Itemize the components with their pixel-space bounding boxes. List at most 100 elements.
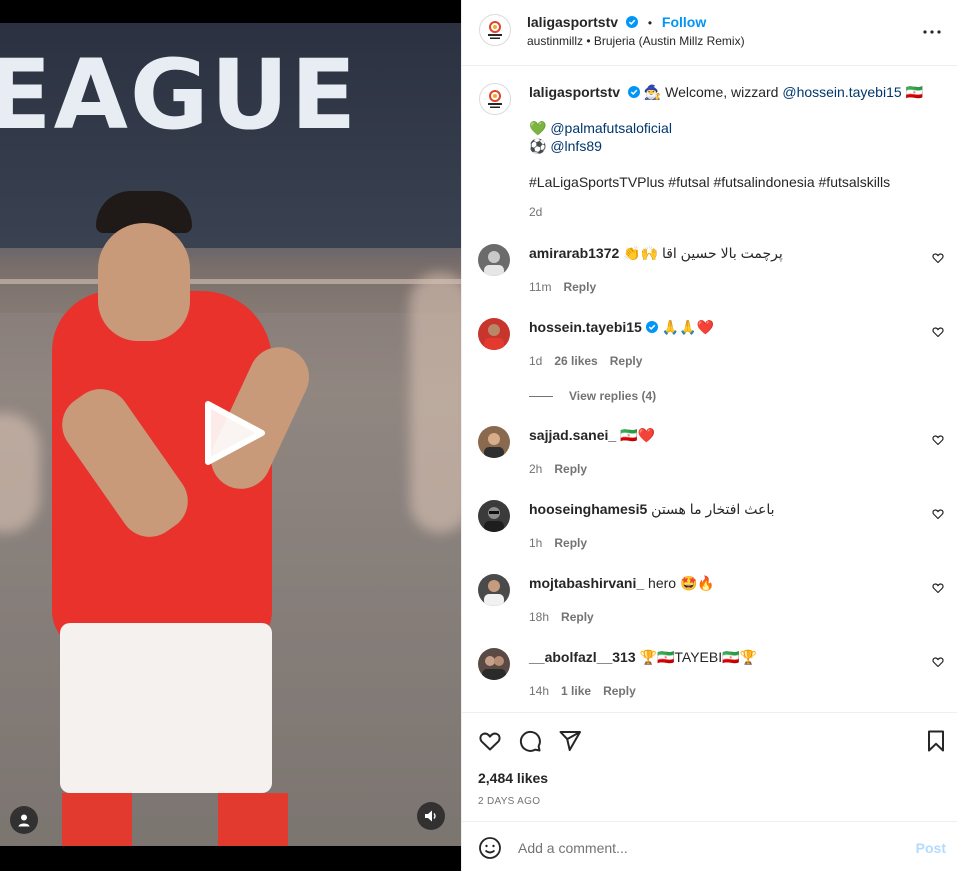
more-icon bbox=[923, 30, 941, 34]
audio-toggle-button[interactable] bbox=[417, 802, 445, 830]
avatar-image bbox=[484, 580, 504, 606]
caption-line-1: laligasportstv 🧙‍♂️ Welcome, wizzard @ho… bbox=[529, 83, 944, 101]
play-icon[interactable] bbox=[202, 400, 266, 466]
view-replies-button[interactable]: View replies (4) bbox=[529, 389, 656, 403]
comment-time[interactable]: 1h bbox=[529, 534, 542, 552]
comment-time[interactable]: 11m bbox=[529, 278, 551, 296]
caption-meta: 2d bbox=[529, 203, 944, 221]
heart-icon[interactable] bbox=[932, 434, 944, 446]
player-sock-left bbox=[62, 793, 132, 846]
avatar[interactable] bbox=[478, 648, 510, 680]
verified-badge-icon bbox=[627, 86, 640, 98]
laliga-logo-icon bbox=[488, 21, 502, 39]
share-send-icon[interactable] bbox=[558, 729, 582, 753]
mention-link[interactable]: @lnfs89 bbox=[550, 138, 602, 154]
tagged-user-button[interactable] bbox=[10, 806, 38, 834]
comments-list[interactable]: laligasportstv 🧙‍♂️ Welcome, wizzard @ho… bbox=[462, 67, 957, 712]
avatar[interactable] bbox=[478, 500, 510, 532]
speaker-icon bbox=[425, 810, 436, 822]
post-button[interactable]: Post bbox=[916, 840, 946, 856]
player-shorts bbox=[60, 623, 272, 793]
author-avatar[interactable] bbox=[479, 14, 511, 46]
mention-link[interactable]: @hossein.tayebi15 bbox=[782, 84, 901, 100]
flag-emoji: 🇮🇷 bbox=[901, 84, 923, 100]
comment-username[interactable]: sajjad.sanei_ bbox=[529, 427, 616, 443]
comment-text: 🏆🇮🇷TAYEBI🇮🇷🏆 bbox=[639, 649, 757, 665]
verified-badge-icon bbox=[645, 321, 658, 333]
post-header: laligasportstv • Follow austinmillz • Br… bbox=[462, 0, 957, 66]
like-heart-icon[interactable] bbox=[478, 729, 502, 753]
comment-likes[interactable]: 1 like bbox=[561, 682, 591, 700]
mention-link[interactable]: @palmafutsaloficial bbox=[550, 120, 672, 136]
caption-author-avatar[interactable] bbox=[479, 83, 511, 115]
player-sock-right bbox=[218, 793, 288, 846]
post-media[interactable]: EAGUE bbox=[0, 0, 461, 871]
reply-button[interactable]: Reply bbox=[554, 460, 587, 478]
comment-time[interactable]: 2h bbox=[529, 460, 542, 478]
caption-time[interactable]: 2d bbox=[529, 203, 542, 221]
comment-time[interactable]: 18h bbox=[529, 608, 549, 626]
post-date[interactable]: 2 DAYS AGO bbox=[478, 796, 540, 807]
comment-text: 🇮🇷❤️ bbox=[620, 427, 655, 443]
avatar[interactable] bbox=[478, 426, 510, 458]
more-options-button[interactable] bbox=[920, 20, 944, 44]
follow-button[interactable]: Follow bbox=[662, 14, 706, 30]
reply-button[interactable]: Reply bbox=[603, 682, 636, 700]
comment-bubble-icon[interactable] bbox=[518, 729, 542, 753]
comment-username[interactable]: amirarab1372 bbox=[529, 245, 619, 261]
avatar-image bbox=[484, 251, 504, 276]
add-comment-bar: Post bbox=[462, 821, 957, 871]
avatar-image bbox=[484, 324, 504, 350]
comment-likes[interactable]: 26 likes bbox=[554, 352, 597, 370]
heart-icon[interactable] bbox=[932, 656, 944, 668]
banner-text: EAGUE bbox=[0, 39, 359, 151]
comment-username[interactable]: hooseinghamesi5 bbox=[529, 501, 647, 517]
comment-input[interactable] bbox=[518, 836, 898, 860]
author-username[interactable]: laligasportstv bbox=[527, 14, 618, 30]
comment-username[interactable]: hossein.tayebi15 bbox=[529, 319, 642, 335]
comment-time[interactable]: 14h bbox=[529, 682, 549, 700]
soccer-ball-emoji: ⚽ bbox=[529, 138, 547, 154]
comment-text: باعث افتخار ما هستن bbox=[651, 501, 775, 517]
avatar[interactable] bbox=[478, 574, 510, 606]
emoji-icon[interactable] bbox=[478, 836, 502, 860]
view-replies-label: View replies (4) bbox=[569, 389, 657, 403]
audio-attribution[interactable]: austinmillz • Brujeria (Austin Millz Rem… bbox=[527, 34, 745, 48]
laliga-logo-icon bbox=[488, 90, 502, 108]
court-line bbox=[0, 279, 461, 284]
comment-username[interactable]: mojtabashirvani_ bbox=[529, 575, 644, 591]
reply-button[interactable]: Reply bbox=[563, 278, 596, 296]
caption-welcome-text: 🧙‍♂️ Welcome, wizzard bbox=[643, 84, 783, 100]
replies-divider bbox=[529, 395, 553, 397]
caption-hashtags[interactable]: #LaLigaSportsTVPlus #futsal #futsalindon… bbox=[529, 173, 944, 191]
post-actions: 2,484 likes 2 DAYS AGO bbox=[462, 712, 957, 820]
blurred-player-left bbox=[0, 413, 40, 533]
caption-username[interactable]: laligasportstv bbox=[529, 84, 620, 100]
heart-icon[interactable] bbox=[932, 252, 944, 264]
header-separator: • bbox=[647, 16, 653, 30]
heart-icon[interactable] bbox=[932, 326, 944, 338]
avatar-image bbox=[484, 507, 504, 532]
reply-button[interactable]: Reply bbox=[561, 608, 594, 626]
comment-time[interactable]: 1d bbox=[529, 352, 542, 370]
verified-badge-icon bbox=[625, 16, 638, 28]
likes-count[interactable]: 2,484 likes bbox=[478, 770, 548, 786]
reply-button[interactable]: Reply bbox=[610, 352, 643, 370]
avatar-image bbox=[484, 433, 504, 458]
player-head bbox=[98, 223, 190, 341]
post-panel: laligasportstv • Follow austinmillz • Br… bbox=[461, 0, 957, 871]
comment-username[interactable]: __abolfazl__313 bbox=[529, 649, 636, 665]
heart-icon[interactable] bbox=[932, 582, 944, 594]
avatar[interactable] bbox=[478, 244, 510, 276]
comment-text: hero 🤩🔥 bbox=[648, 575, 715, 591]
heart-icon[interactable] bbox=[932, 508, 944, 520]
caption-line-2: 💚 @palmafutsaloficial bbox=[529, 119, 944, 137]
arena-banner: EAGUE bbox=[0, 23, 461, 248]
bookmark-icon[interactable] bbox=[924, 729, 948, 753]
avatar-image bbox=[482, 656, 506, 680]
user-icon bbox=[18, 814, 30, 827]
green-heart-emoji: 💚 bbox=[529, 120, 547, 136]
comment-text: 🙏🙏❤️ bbox=[661, 319, 715, 335]
reply-button[interactable]: Reply bbox=[554, 534, 587, 552]
avatar[interactable] bbox=[478, 318, 510, 350]
